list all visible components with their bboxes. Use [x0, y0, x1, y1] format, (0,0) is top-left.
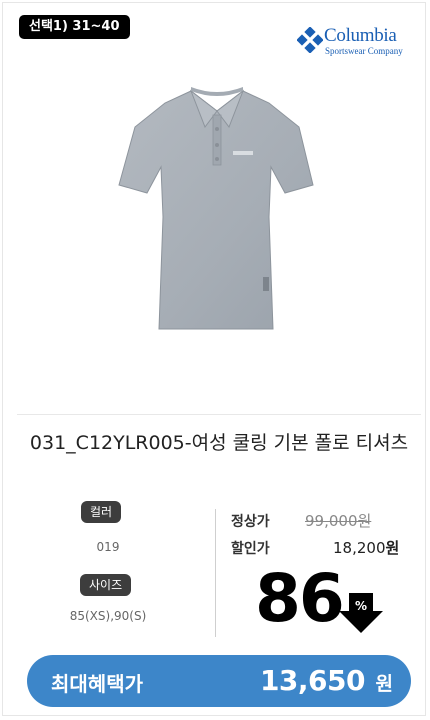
color-label: 컬러 — [81, 501, 122, 523]
brand-name: Columbia — [324, 25, 397, 46]
regular-price-value: 99,000원 — [305, 512, 372, 530]
max-benefit-unit: 원 — [375, 673, 393, 695]
columbia-diamond-icon — [297, 27, 323, 53]
max-benefit-label: 최대혜택가 — [51, 672, 143, 696]
percent-sign: % — [354, 599, 368, 613]
sale-price-unit: 원 — [385, 539, 400, 557]
options-price-divider — [215, 509, 216, 637]
max-benefit-button[interactable]: 최대혜택가 13,650 원 — [27, 655, 411, 707]
color-value: 019 — [96, 540, 120, 554]
product-title[interactable]: 031_C12YLR005-여성 쿨링 기본 폴로 티셔츠 — [23, 429, 415, 457]
brand-logo: Columbia Sportswear Company — [297, 25, 415, 57]
max-benefit-amount: 13,650 — [259, 664, 366, 697]
polo-shirt-image[interactable] — [113, 67, 323, 337]
sale-price-label: 할인가 — [231, 541, 270, 557]
sale-price: 18,200원 — [333, 537, 399, 558]
selection-badge: 선택1) 31~40 — [19, 15, 130, 39]
product-card[interactable]: 선택1) 31~40 Columbia Sportswear Company 0… — [2, 2, 426, 716]
regular-price-label: 정상가 — [231, 514, 270, 530]
divider — [17, 414, 421, 415]
size-value: 85(XS),90(S) — [69, 609, 147, 623]
brand-tagline: Sportswear Company — [325, 46, 403, 56]
discount-percent: 86 — [255, 560, 345, 637]
sale-price-value: 18,200 — [333, 539, 386, 557]
size-label: 사이즈 — [80, 574, 132, 596]
